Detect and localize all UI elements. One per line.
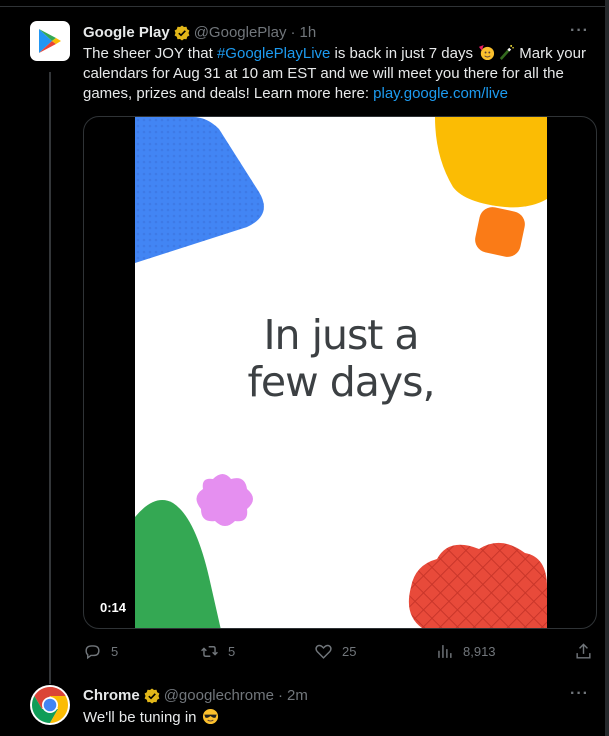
- party-face-emoji-icon: [478, 44, 495, 61]
- text-part: The sheer JOY that: [83, 45, 217, 62]
- reply-icon: [85, 645, 100, 660]
- google-play-logo: [39, 29, 61, 53]
- tweet-text: We'll be tuning in: [83, 708, 597, 728]
- timestamp[interactable]: 1h: [299, 24, 316, 41]
- video-frame[interactable]: In just a few days,: [135, 117, 547, 628]
- avatar[interactable]: [30, 21, 70, 61]
- external-link[interactable]: play.google.com/live: [373, 85, 508, 102]
- text-part: We'll be tuning in: [83, 709, 201, 726]
- share-icon: [576, 643, 591, 659]
- tweet-actions: 5 5 25 8,913: [83, 642, 597, 664]
- video-player[interactable]: In just a few days, 0:14: [83, 116, 597, 629]
- scrollbar[interactable]: [605, 0, 609, 736]
- chrome-logo: [30, 685, 70, 725]
- like-icon: [315, 644, 332, 659]
- thread-line: [49, 72, 51, 684]
- hashtag-link[interactable]: #GooglePlayLive: [217, 45, 330, 62]
- timestamp[interactable]: 2m: [287, 687, 308, 704]
- views-button[interactable]: 8,913: [435, 642, 496, 661]
- tweet-header: Google Play @GooglePlay · 1h: [83, 24, 316, 41]
- tweet-header: Chrome @googlechrome · 2m: [83, 687, 308, 704]
- text-part: is back in just 7 days: [330, 45, 478, 62]
- champagne-emoji-icon: [497, 44, 514, 61]
- video-caption-line: In just a: [263, 311, 419, 359]
- reply-count: 5: [111, 644, 119, 659]
- top-divider: [0, 0, 609, 7]
- video-duration: 0:14: [94, 598, 133, 617]
- retweet-button[interactable]: 5: [200, 642, 235, 661]
- handle[interactable]: @googlechrome: [164, 687, 274, 704]
- tweet-text: The sheer JOY that #GooglePlayLive is ba…: [83, 44, 597, 104]
- display-name[interactable]: Chrome: [83, 687, 140, 704]
- video-caption: In just a few days,: [135, 312, 547, 406]
- separator-dot: ·: [277, 687, 283, 704]
- verified-badge-icon: [174, 25, 190, 41]
- video-caption-line: few days,: [247, 358, 435, 406]
- view-count: 8,913: [463, 644, 496, 659]
- retweet-icon: [201, 646, 218, 657]
- retweet-count: 5: [228, 644, 236, 659]
- reply-button[interactable]: 5: [83, 642, 118, 661]
- separator-dot: ·: [290, 24, 296, 41]
- avatar[interactable]: [30, 685, 70, 725]
- more-icon[interactable]: ···: [570, 22, 589, 40]
- handle[interactable]: @GooglePlay: [194, 24, 287, 41]
- like-button[interactable]: 25: [314, 642, 356, 661]
- share-button[interactable]: [574, 642, 602, 661]
- display-name[interactable]: Google Play: [83, 24, 170, 41]
- like-count: 25: [342, 644, 357, 659]
- views-icon: [438, 645, 452, 658]
- more-icon[interactable]: ···: [570, 685, 589, 703]
- verified-badge-icon: [144, 688, 160, 704]
- sunglasses-emoji-icon: [202, 708, 219, 725]
